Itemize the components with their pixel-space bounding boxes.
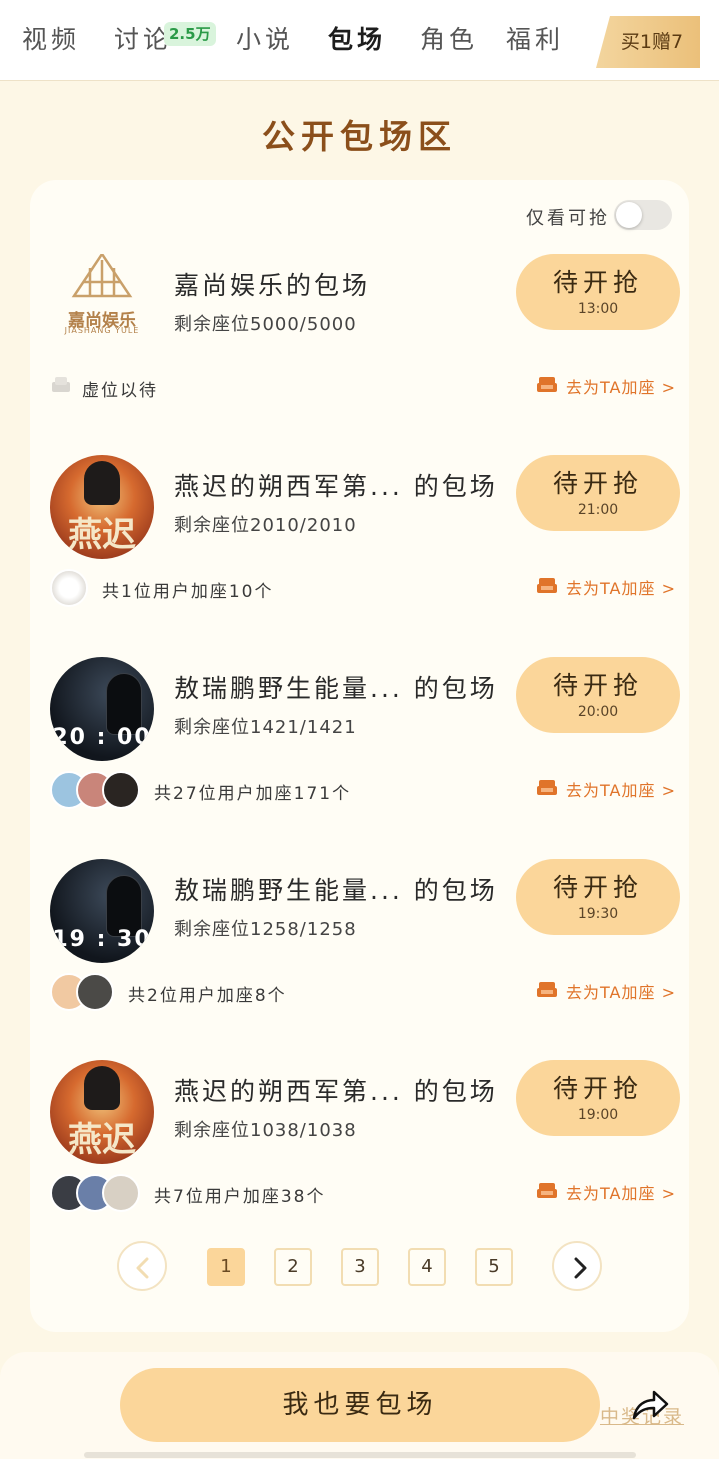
chevron-right-icon [574,1257,587,1279]
tab-booking[interactable]: 包场 [328,24,386,56]
sofa-icon [537,982,557,997]
sofa-icon [537,1183,557,1198]
toggle-knob [616,202,642,228]
booking-title[interactable]: 燕迟的朔西军第... 的包场 [174,467,498,503]
grab-button[interactable]: 待开抢 13:00 [516,254,680,330]
supporter-avatar[interactable] [102,771,140,809]
booking-avatar: 19 : 30 [50,859,154,963]
filter-label: 仅看可抢 [526,208,610,229]
remaining-seats: 剩余座位1258/1258 [174,919,357,940]
list-item: 燕迟 燕迟的朔西军第... 的包场 剩余座位1038/1038 待开抢 19:0… [0,1060,719,1250]
supporters-text: 共1位用户加座10个 [102,582,274,602]
supporter-avatar[interactable] [50,569,88,607]
add-seat-link-label: 去为TA加座 > [566,983,676,1002]
remaining-seats: 剩余座位5000/5000 [174,314,357,335]
booking-avatar: 燕迟 [50,455,154,559]
booking-avatar: 20 : 00 [50,657,154,761]
sofa-icon [537,578,557,593]
booking-avatar: 燕迟 [50,1060,154,1164]
prev-page-button[interactable] [117,1241,167,1291]
section-title: 公开包场区 [262,117,457,156]
add-seat-link-label: 去为TA加座 > [566,579,676,598]
list-item: 19 : 30 敖瑞鹏野生能量... 的包场 剩余座位1258/1258 待开抢… [0,859,719,1049]
add-seat-link-label: 去为TA加座 > [566,781,676,800]
list-item: 燕迟 燕迟的朔西军第... 的包场 剩余座位2010/2010 待开抢 21:0… [0,455,719,645]
supporters-text: 虚位以待 [82,381,158,401]
home-indicator [84,1452,636,1458]
grab-button[interactable]: 待开抢 20:00 [516,657,680,733]
grab-time: 21:00 [577,502,619,518]
booking-title[interactable]: 燕迟的朔西军第... 的包场 [174,1072,498,1108]
tab-characters[interactable]: 角色 [420,24,478,56]
sofa-icon [537,377,557,392]
grab-button-label: 待开抢 [552,873,643,902]
grab-button[interactable]: 待开抢 19:30 [516,859,680,935]
available-only-toggle[interactable] [614,200,672,230]
add-seat-link-label: 去为TA加座 > [566,1184,676,1203]
top-tab-bar: 视频 讨论 2.5万 小说 包场 角色 福利 买1赠7 [0,0,719,81]
jiashang-logo: 嘉尚娱乐 JIASHANG YULE [50,254,154,358]
supporters-text: 共27位用户加座171个 [154,784,352,804]
grab-time: 13:00 [577,301,619,317]
avatar-caption: 燕迟 [68,1120,136,1160]
next-page-button[interactable] [552,1241,602,1291]
supporter-avatar[interactable] [102,1174,140,1212]
pagination: 1 2 3 4 5 [0,1241,719,1295]
page-2[interactable]: 2 [274,1248,312,1286]
supporter-avatar[interactable] [76,973,114,1011]
tab-novel[interactable]: 小说 [236,24,294,56]
portrait-figure [84,1066,120,1110]
avatar-caption: 20 : 00 [52,725,152,750]
logo-subtext: JIASHANG YULE [64,326,140,335]
chevron-left-icon [136,1257,149,1279]
grab-button-label: 待开抢 [552,469,643,498]
sofa-icon [537,780,557,795]
grab-time: 19:00 [577,1107,619,1123]
tab-video[interactable]: 视频 [22,24,80,56]
promo-buy-one-get-seven[interactable]: 买1赠7 [596,16,700,68]
grab-button-label: 待开抢 [552,1074,643,1103]
grab-button-label: 待开抢 [552,268,643,297]
page-4[interactable]: 4 [408,1248,446,1286]
avatar-caption: 燕迟 [68,515,136,555]
supporters-text: 共2位用户加座8个 [128,986,287,1006]
bottom-action-bar: 我也要包场 中奖记录 [0,1352,719,1459]
grab-button-label: 待开抢 [552,671,643,700]
list-item: 20 : 00 敖瑞鹏野生能量... 的包场 剩余座位1421/1421 待开抢… [0,657,719,847]
booking-title[interactable]: 敖瑞鹏野生能量... 的包场 [174,871,498,907]
booking-title[interactable]: 敖瑞鹏野生能量... 的包场 [174,669,498,705]
grab-button[interactable]: 待开抢 19:00 [516,1060,680,1136]
discussion-count-badge: 2.5万 [164,22,216,46]
empty-seat-icon [52,377,70,392]
remaining-seats: 剩余座位1038/1038 [174,1120,357,1141]
page-5[interactable]: 5 [475,1248,513,1286]
tab-welfare[interactable]: 福利 [506,24,564,56]
list-item: 嘉尚娱乐 JIASHANG YULE 嘉尚娱乐的包场 剩余座位5000/5000… [0,254,719,444]
page-3[interactable]: 3 [341,1248,379,1286]
remaining-seats: 剩余座位2010/2010 [174,515,357,536]
remaining-seats: 剩余座位1421/1421 [174,717,357,738]
grab-button[interactable]: 待开抢 21:00 [516,455,680,531]
supporters-text: 共7位用户加座38个 [154,1187,326,1207]
booking-title[interactable]: 嘉尚娱乐的包场 [174,266,370,302]
portrait-figure [84,461,120,505]
grab-time: 20:00 [577,704,619,720]
avatar-caption: 19 : 30 [52,927,152,952]
page-1[interactable]: 1 [207,1248,245,1286]
grab-time: 19:30 [577,906,619,922]
create-booking-button[interactable]: 我也要包场 [120,1368,600,1442]
share-icon[interactable] [630,1388,670,1424]
add-seat-link-label: 去为TA加座 > [566,378,676,397]
